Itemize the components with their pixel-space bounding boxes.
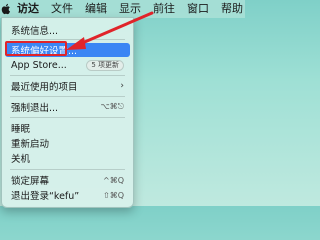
- menu-item-shutdown[interactable]: 关机: [5, 151, 130, 165]
- chevron-right-icon: ›: [120, 81, 124, 91]
- menu-item-sleep[interactable]: 睡眠: [5, 121, 130, 135]
- menubar-item-file[interactable]: 文件: [45, 0, 79, 18]
- menubar-item-help[interactable]: 帮助: [215, 0, 249, 18]
- menubar-item-go[interactable]: 前往: [147, 0, 181, 18]
- menu-item-restart[interactable]: 重新启动: [5, 136, 130, 150]
- menu-item-system-info[interactable]: 系统信息...: [5, 23, 130, 37]
- keyboard-shortcut: ⇧⌘Q: [103, 190, 124, 200]
- menu-separator: [10, 169, 125, 170]
- menu-separator: [10, 96, 125, 97]
- menu-item-label: 最近使用的项目: [11, 82, 78, 93]
- keyboard-shortcut: ⌥⌘⎋: [100, 102, 124, 111]
- menu-item-lock-screen[interactable]: 锁定屏幕 ^⌘Q: [5, 173, 130, 188]
- menubar-item-edit[interactable]: 编辑: [79, 0, 113, 18]
- menu-item-app-store[interactable]: App Store... 5 项更新: [5, 58, 130, 72]
- menu-separator: [10, 117, 125, 118]
- menu-item-label: 强制退出...: [11, 103, 59, 114]
- apple-logo-icon: [1, 3, 11, 15]
- menu-item-label: 睡眠: [11, 124, 31, 135]
- menu-item-label: 重新启动: [11, 139, 50, 150]
- menu-item-log-out[interactable]: 退出登录“kefu” ⇧⌘Q: [5, 188, 130, 203]
- menu-separator: [10, 39, 125, 40]
- menu-item-force-quit[interactable]: 强制退出... ⌥⌘⎋: [5, 100, 130, 114]
- menu-bar: 访达 文件 编辑 显示 前往 窗口 帮助: [0, 0, 245, 18]
- menubar-item-window[interactable]: 窗口: [181, 0, 215, 18]
- menubar-item-finder[interactable]: 访达: [11, 0, 45, 18]
- menu-item-recent-items[interactable]: 最近使用的项目 ›: [5, 79, 130, 93]
- menu-item-label: 系统信息...: [11, 26, 59, 37]
- menu-item-label: 锁定屏幕: [11, 176, 50, 187]
- update-count-badge: 5 项更新: [86, 59, 124, 71]
- menu-separator: [10, 75, 125, 76]
- apple-menu-button[interactable]: [0, 0, 11, 18]
- keyboard-shortcut: ^⌘Q: [103, 175, 124, 185]
- highlight-box: [5, 41, 67, 56]
- menu-item-label: 退出登录“kefu”: [11, 191, 80, 202]
- menu-item-label: 关机: [11, 154, 31, 165]
- menu-item-label: App Store...: [11, 59, 67, 71]
- menubar-item-view[interactable]: 显示: [113, 0, 147, 18]
